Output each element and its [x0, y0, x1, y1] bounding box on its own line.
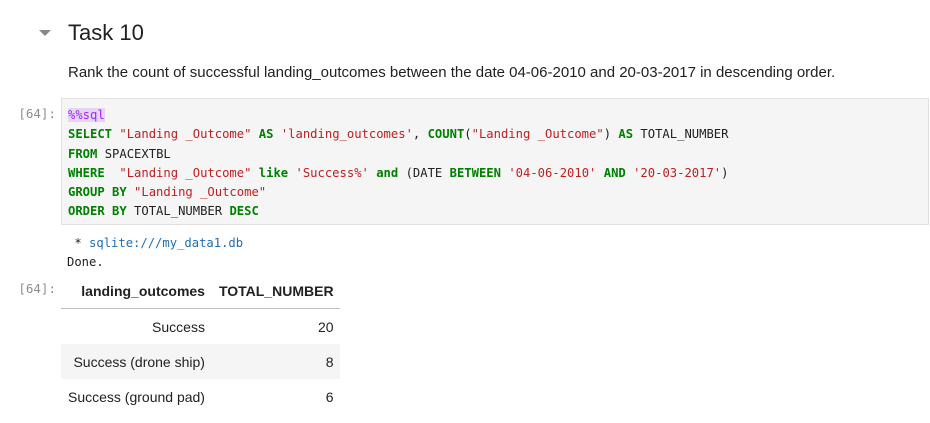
- keyword-between: BETWEEN: [449, 165, 501, 180]
- keyword-and: AND: [603, 165, 626, 180]
- string-token: '04-06-2010': [508, 165, 597, 180]
- output-bullet: *: [67, 236, 90, 250]
- keyword-group-by: GROUP BY: [68, 185, 127, 200]
- keyword-desc: DESC: [229, 204, 259, 219]
- punctuation: ): [721, 165, 729, 180]
- punctuation: ,: [412, 127, 421, 142]
- table-row: Success (ground pad) 6: [61, 379, 340, 414]
- string-token: 'Success%': [295, 165, 369, 180]
- output-prompt: [64]:: [18, 281, 56, 296]
- string-token: 'landing_outcomes': [280, 127, 413, 142]
- string-token: "Landing _Outcome": [119, 165, 252, 180]
- table-cell: 8: [212, 344, 340, 379]
- string-token: '20-03-2017': [633, 165, 722, 180]
- identifier: TOTAL_NUMBER: [640, 127, 729, 142]
- string-token: "Landing _Outcome": [134, 185, 267, 200]
- table-header-row: landing_outcomes TOTAL_NUMBER: [61, 273, 340, 309]
- keyword-order-by: ORDER BY: [68, 204, 127, 219]
- output-status: Done.: [67, 255, 104, 269]
- punctuation: (: [464, 127, 472, 142]
- keyword-count: COUNT: [427, 127, 465, 142]
- result-table: landing_outcomes TOTAL_NUMBER Success 20…: [61, 273, 340, 414]
- column-header: TOTAL_NUMBER: [212, 273, 340, 309]
- sql-magic: %%sql: [68, 108, 105, 122]
- keyword-where: WHERE: [68, 165, 105, 180]
- identifier: SPACEXTBL: [104, 146, 171, 161]
- keyword-select: SELECT: [68, 127, 113, 142]
- connection-string: sqlite:///my_data1.db: [89, 236, 244, 250]
- table-cell: Success (drone ship): [61, 344, 213, 379]
- identifier: TOTAL_NUMBER: [134, 204, 223, 219]
- string-token: "Landing _Outcome": [119, 127, 252, 142]
- table-row: Success 20: [61, 308, 340, 344]
- output-stream: * sqlite:///my_data1.db Done.: [67, 234, 243, 272]
- keyword-from: FROM: [68, 146, 98, 161]
- punctuation: ): [603, 127, 612, 142]
- table-cell: 20: [212, 308, 340, 344]
- column-header: landing_outcomes: [61, 273, 213, 309]
- keyword-as: AS: [258, 127, 274, 142]
- keyword-and: and: [376, 165, 399, 180]
- collapse-caret-icon[interactable]: [39, 30, 51, 36]
- table-cell: Success (ground pad): [68, 388, 205, 405]
- table-cell: 6: [325, 388, 334, 405]
- section-heading: Task 10: [68, 20, 144, 45]
- keyword-like: like: [258, 165, 289, 180]
- table-row: Success (drone ship) 8: [61, 344, 340, 379]
- table-cell: Success: [61, 308, 213, 344]
- code-cell-editor[interactable]: %%sql SELECT "Landing _Outcome" AS 'landi…: [61, 98, 929, 225]
- input-prompt: [64]:: [18, 106, 56, 121]
- keyword-as: AS: [618, 127, 634, 142]
- string-token: "Landing _Outcome": [471, 127, 604, 142]
- identifier: (DATE: [405, 165, 443, 180]
- task-description: Rank the count of successful landing_out…: [68, 64, 836, 81]
